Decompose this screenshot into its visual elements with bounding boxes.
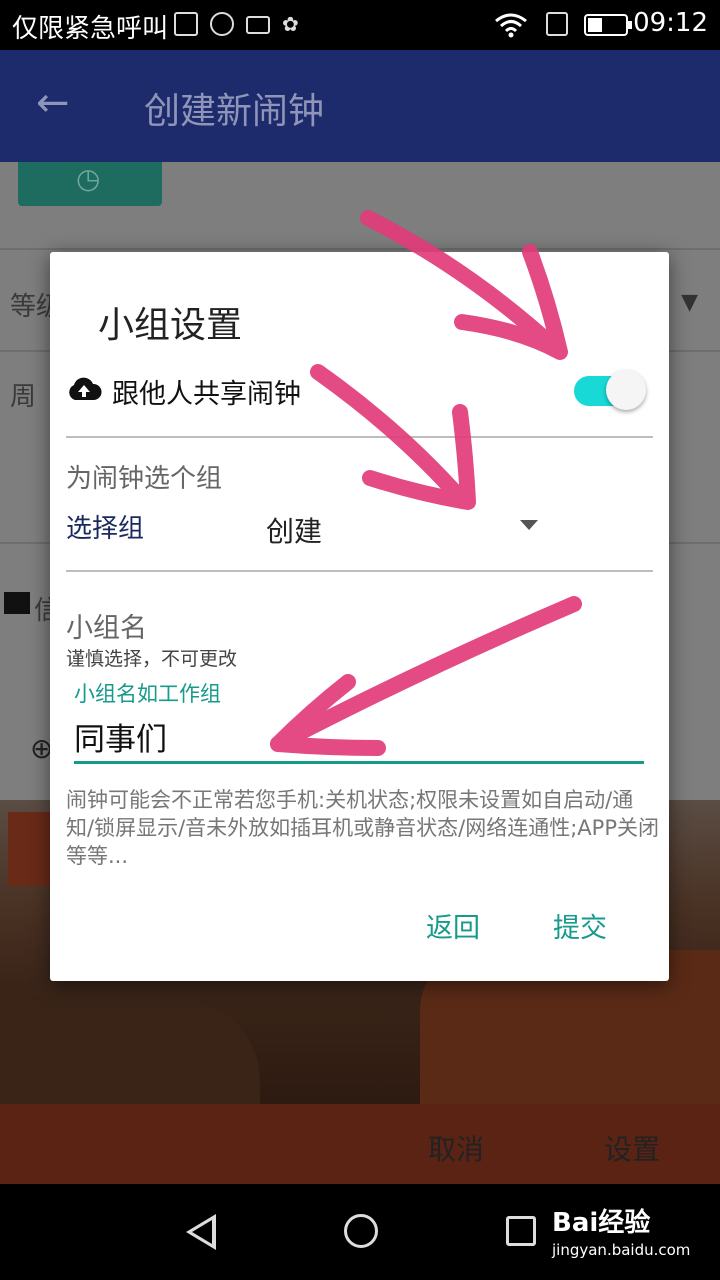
bottom-action-bar: 取消 设置	[0, 1104, 720, 1184]
app-bar: ← 创建新闹钟	[0, 50, 720, 162]
wifi-icon	[495, 13, 527, 38]
arrow-left-icon[interactable]: ←	[36, 80, 70, 126]
cancel-button[interactable]: 取消	[428, 1128, 484, 1168]
share-alarm-label: 跟他人共享闹钟	[112, 379, 301, 410]
warning-notice: 闹钟可能会不正常若您手机:关机状态;权限未设置如自启动/通知/锁屏显示/音未外放…	[66, 788, 659, 868]
nav-back-icon[interactable]	[186, 1214, 216, 1250]
group-name-floating-label: 小组名如工作组	[74, 682, 221, 706]
submit-button[interactable]: 提交	[553, 906, 607, 945]
battery-icon	[584, 14, 632, 36]
group-prompt: 为闹钟选个组	[66, 464, 223, 494]
group-select-value[interactable]: 创建	[266, 510, 322, 550]
carrier-text: 仅限紧急呼叫	[12, 14, 169, 44]
divider	[0, 248, 720, 250]
page-title: 创建新闹钟	[144, 91, 325, 132]
nav-recents-icon[interactable]	[506, 1216, 536, 1246]
camera-icon[interactable]	[8, 812, 54, 886]
group-name-input[interactable]	[74, 712, 644, 764]
share-toggle[interactable]	[574, 370, 648, 410]
select-group-label: 选择组	[66, 514, 145, 544]
week-label: 周	[10, 382, 37, 412]
clock-icon: ◷	[76, 162, 101, 195]
blocked-icon	[210, 12, 234, 36]
clock-time: 09:12	[633, 8, 708, 38]
group-name-label: 小组名	[66, 613, 147, 644]
group-name-hint: 谨慎选择，不可更改	[66, 648, 238, 670]
watermark-brand: Bai经验	[552, 1208, 651, 1238]
time-picker-button[interactable]: ◷	[18, 162, 162, 206]
document-icon	[4, 592, 30, 614]
divider	[66, 436, 653, 438]
nav-home-icon[interactable]	[344, 1214, 378, 1248]
chevron-down-icon[interactable]	[520, 520, 538, 530]
keyboard-icon	[246, 16, 270, 34]
chevron-down-icon[interactable]: ▼	[681, 290, 698, 315]
set-button[interactable]: 设置	[604, 1128, 660, 1168]
status-bar: 仅限紧急呼叫 ✿ 09:12	[0, 0, 720, 50]
huawei-icon: ✿	[282, 12, 299, 36]
watermark: Bai经验 jingyan.baidu.com	[552, 1202, 690, 1259]
back-button[interactable]: 返回	[426, 906, 480, 945]
sim-alert-icon	[546, 12, 568, 36]
navigation-bar: Bai经验 jingyan.baidu.com	[0, 1184, 720, 1280]
image-icon	[174, 12, 198, 36]
watermark-url: jingyan.baidu.com	[552, 1241, 691, 1259]
cloud-upload-icon	[69, 377, 102, 400]
divider	[66, 570, 653, 572]
group-settings-dialog: 小组设置 跟他人共享闹钟 为闹钟选个组 选择组 创建 小组名 谨慎选择，不可更改…	[50, 252, 669, 981]
dialog-title: 小组设置	[98, 305, 243, 346]
